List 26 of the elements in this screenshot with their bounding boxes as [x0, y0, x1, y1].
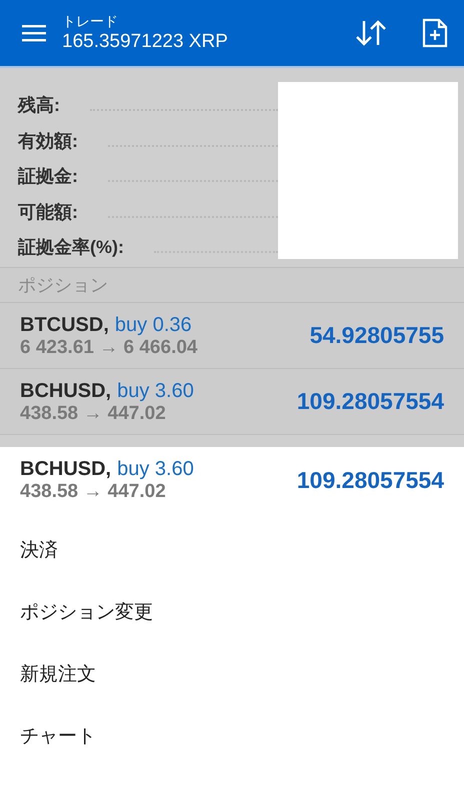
position-profit: 109.28057554	[296, 466, 444, 494]
field-label: 残高:	[18, 94, 60, 118]
new-document-icon[interactable]	[422, 18, 448, 48]
field-label: 可能額:	[18, 200, 78, 224]
menu-item[interactable]: 決済	[0, 519, 464, 581]
position-profit: 109.28057554	[296, 388, 444, 415]
position-volume: buy 3.60	[117, 458, 194, 480]
menu-item[interactable]: チャート	[0, 705, 464, 767]
sort-arrows-icon[interactable]	[354, 19, 388, 47]
menu-icon[interactable]	[22, 24, 46, 42]
position-symbol: BCHUSD,	[20, 380, 112, 402]
account-balance: 165.35971223 XRP	[62, 30, 229, 54]
position-volume: buy 0.36	[114, 314, 192, 336]
field-label: 証拠金率(%):	[18, 236, 124, 260]
position-prices: 6 423.61 → 6 466.04	[20, 336, 198, 358]
menu-item[interactable]: 新規注文	[0, 643, 464, 705]
screen-title: トレード	[62, 12, 119, 30]
position-symbol: BTCUSD,	[20, 314, 109, 336]
menu-item[interactable]: ポジション変更	[0, 581, 464, 643]
position-profit: 54.92805755	[310, 322, 444, 349]
position-volume: buy 3.60	[117, 380, 194, 402]
position-prices: 438.58 → 447.02	[20, 402, 167, 424]
position-prices: 438.58 → 447.02	[20, 481, 167, 503]
field-label: 証拠金:	[18, 165, 78, 188]
position-symbol: BCHUSD,	[20, 458, 112, 480]
field-label: 有効額:	[18, 130, 78, 153]
